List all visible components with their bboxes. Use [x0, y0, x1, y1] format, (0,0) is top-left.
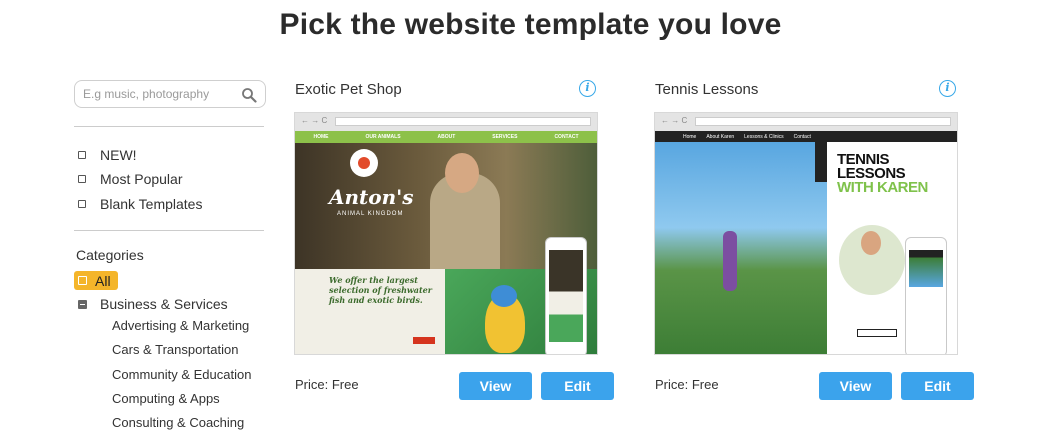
template-title: Exotic Pet Shop [295, 81, 402, 98]
preview-nav-item: Contact [793, 133, 811, 140]
subcategory-item[interactable]: Cars & Transportation [112, 342, 238, 357]
address-bar [335, 117, 591, 126]
edit-button[interactable]: Edit [901, 372, 974, 400]
social-icons [815, 142, 827, 182]
preview-headline-text: TENNIS LESSONS [837, 151, 906, 182]
template-title: Tennis Lessons [655, 81, 759, 98]
checkbox-icon[interactable] [78, 200, 86, 208]
preview-nav-item: CONTACT [554, 134, 579, 140]
mobile-screen [909, 250, 943, 342]
category-label: Business & Services [100, 296, 228, 312]
person-head-image [445, 153, 479, 193]
filter-blank-templates[interactable]: Blank Templates [78, 196, 202, 212]
preview-nav-item: ABOUT [437, 134, 456, 140]
sidebar-divider [74, 230, 264, 231]
preview-tagline: We offer the largest selection of freshw… [329, 275, 432, 305]
view-button[interactable]: View [819, 372, 892, 400]
checkbox-icon[interactable] [78, 175, 86, 183]
subcategory-item[interactable]: Advertising & Marketing [112, 318, 249, 333]
search-input[interactable] [75, 81, 235, 107]
edit-button[interactable]: Edit [541, 372, 614, 400]
filter-new[interactable]: NEW! [78, 147, 137, 163]
preview-nav-item: About Karen [706, 133, 735, 140]
search-icon[interactable] [241, 87, 257, 103]
category-all[interactable]: All [74, 271, 118, 290]
subcategory-item[interactable]: Community & Education [112, 367, 251, 382]
mobile-preview [905, 237, 947, 354]
template-price: Price: Free [655, 377, 719, 392]
collapse-icon[interactable] [78, 299, 87, 309]
subcategory-item[interactable]: Consulting & Coaching [112, 415, 244, 430]
preview-logo-sub: ANIMAL KINGDOM [337, 211, 404, 217]
sidebar-divider [74, 126, 264, 127]
preview-headline: TENNIS LESSONS WITH KAREN [837, 151, 947, 196]
preview-button [857, 329, 897, 337]
category-label: All [95, 272, 111, 289]
info-icon[interactable]: i [579, 80, 596, 97]
categories-heading: Categories [76, 247, 144, 263]
category-business-services[interactable]: Business & Services [78, 296, 228, 312]
filter-most-popular[interactable]: Most Popular [78, 171, 182, 187]
parrot-image [485, 285, 525, 353]
checkbox-checked-icon[interactable] [78, 276, 87, 285]
preview-nav-item: OUR ANIMALS [365, 134, 401, 140]
preview-nav: Home About Karen Lessons & Clinics Conta… [655, 131, 957, 142]
tennis-player-image [723, 231, 737, 291]
mobile-screen [549, 250, 583, 342]
search-box[interactable] [74, 80, 266, 108]
mobile-preview [545, 237, 587, 354]
preview-logo: Anton's [329, 185, 414, 209]
info-icon[interactable]: i [939, 80, 956, 97]
browser-nav-icon: ← → C [301, 116, 328, 125]
subcategory-item[interactable]: Computing & Apps [112, 391, 220, 406]
browser-bar: ← → C [295, 113, 597, 131]
browser-bar: ← → C [655, 113, 957, 131]
filter-label: Most Popular [100, 171, 183, 187]
browser-nav-icon: ← → C [661, 116, 688, 125]
preview-nav-item: HOME [313, 134, 329, 140]
preview-button [413, 337, 435, 344]
template-preview[interactable]: ← → C HOME OUR ANIMALS ABOUT SERVICES CO… [294, 112, 598, 355]
preview-headline-accent: WITH KAREN [837, 179, 928, 196]
logo-icon [350, 149, 378, 177]
template-price: Price: Free [295, 377, 359, 392]
view-button[interactable]: View [459, 372, 532, 400]
filter-label: NEW! [100, 147, 137, 163]
address-bar [695, 117, 951, 126]
template-preview[interactable]: ← → C Home About Karen Lessons & Clinics… [654, 112, 958, 355]
page-title: Pick the website template you love [279, 8, 782, 41]
preview-nav-item: Lessons & Clinics [744, 133, 784, 140]
preview-nav-item: Home [683, 133, 697, 140]
preview-nav: HOME OUR ANIMALS ABOUT SERVICES CONTACT [295, 131, 597, 143]
tennis-court-image [655, 142, 827, 354]
coach-face-image [861, 231, 881, 255]
filter-label: Blank Templates [100, 196, 203, 212]
checkbox-icon[interactable] [78, 151, 86, 159]
preview-nav-item: SERVICES [492, 134, 518, 140]
